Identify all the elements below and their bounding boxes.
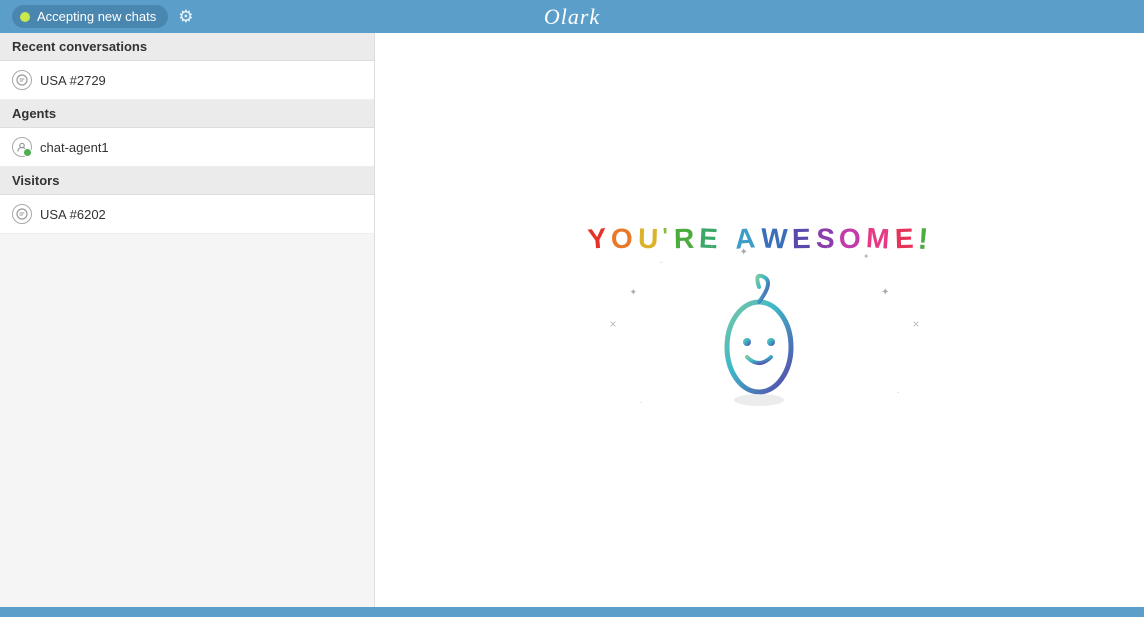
gear-button[interactable]: ⚙ [178,7,193,27]
sparkle-dot: · [826,242,829,253]
sidebar-item-label: USA #2729 [40,73,106,88]
footer-bar [0,607,1144,617]
main-area: Recent conversations USA #2729 Agents [0,33,1144,607]
sparkle-dot: · [659,257,662,268]
section-header-visitors: Visitors [0,167,374,195]
sidebar-item-convo-2729[interactable]: USA #2729 [0,61,374,100]
visitor-icon [12,204,32,224]
section-header-agents: Agents [0,100,374,128]
header: Accepting new chats ⚙ Olark [0,0,1144,33]
sidebar-item-agent1[interactable]: chat-agent1 [0,128,374,167]
sparkle-dot: × [912,317,919,331]
sidebar-item-visitor-6202[interactable]: USA #6202 [0,195,374,234]
sparkle-dot: ✦ [881,287,889,298]
sidebar: Recent conversations USA #2729 Agents [0,33,375,607]
awesome-text: Y O U ' R E A W E S O M E ! [588,223,931,257]
olark-mascot [709,272,809,412]
status-label: Accepting new chats [37,9,156,24]
mascot-area: · ✦ · ✦ × ✦ × · ✦ · · [709,267,809,417]
awesome-illustration: Y O U ' R E A W E S O M E ! · ✦ [588,223,931,417]
sparkle-dot: · [639,397,642,407]
conversation-icon [12,70,32,90]
agent-icon [12,137,32,157]
sparkle-dot: × [609,317,616,331]
status-pill[interactable]: Accepting new chats [12,5,168,28]
content-area: Y O U ' R E A W E S O M E ! · ✦ [375,33,1144,607]
sparkle-dot: · [709,237,714,253]
section-header-recent: Recent conversations [0,33,374,61]
sparkle-dot: ✦ [739,247,747,258]
sparkle-dot: ✦ [629,287,637,298]
gear-icon: ⚙ [178,7,193,27]
sidebar-item-label: USA #6202 [40,207,106,222]
sparkle-dot: ✦ [863,252,870,261]
olark-logo: Olark [544,4,600,30]
sidebar-item-label: chat-agent1 [40,140,109,155]
status-dot [20,12,30,22]
sparkle-dot: · [896,387,899,397]
